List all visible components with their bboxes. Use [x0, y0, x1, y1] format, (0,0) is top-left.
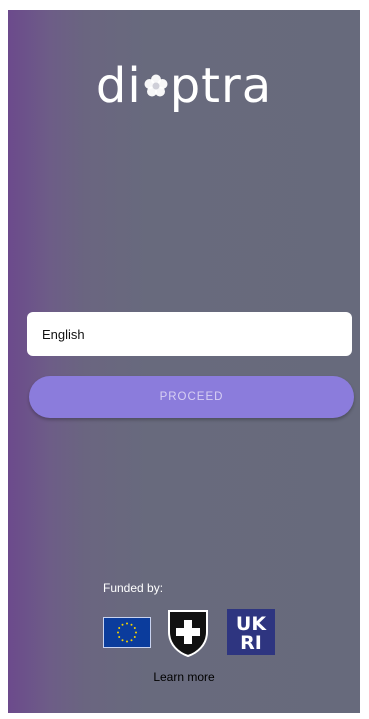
funded-by-label: Funded by:	[103, 581, 164, 595]
app-logo: di ptra	[8, 56, 360, 116]
learn-more-link[interactable]: Learn more	[8, 670, 360, 684]
logo-text-left: di	[95, 58, 142, 114]
logo-text-right: ptra	[169, 58, 273, 114]
flower-icon	[144, 74, 168, 97]
swiss-shield-icon	[168, 610, 208, 658]
eu-flag-icon	[103, 617, 151, 648]
ukri-logo: UK RI	[227, 609, 275, 655]
svg-text:RI: RI	[240, 632, 262, 654]
language-select-value: English	[42, 326, 85, 342]
language-select[interactable]: English	[27, 312, 352, 356]
login-screen: di ptra English PROCEED Funded by: UK RI…	[8, 10, 360, 713]
proceed-button[interactable]: PROCEED	[29, 376, 354, 418]
proceed-button-label: PROCEED	[159, 391, 224, 403]
